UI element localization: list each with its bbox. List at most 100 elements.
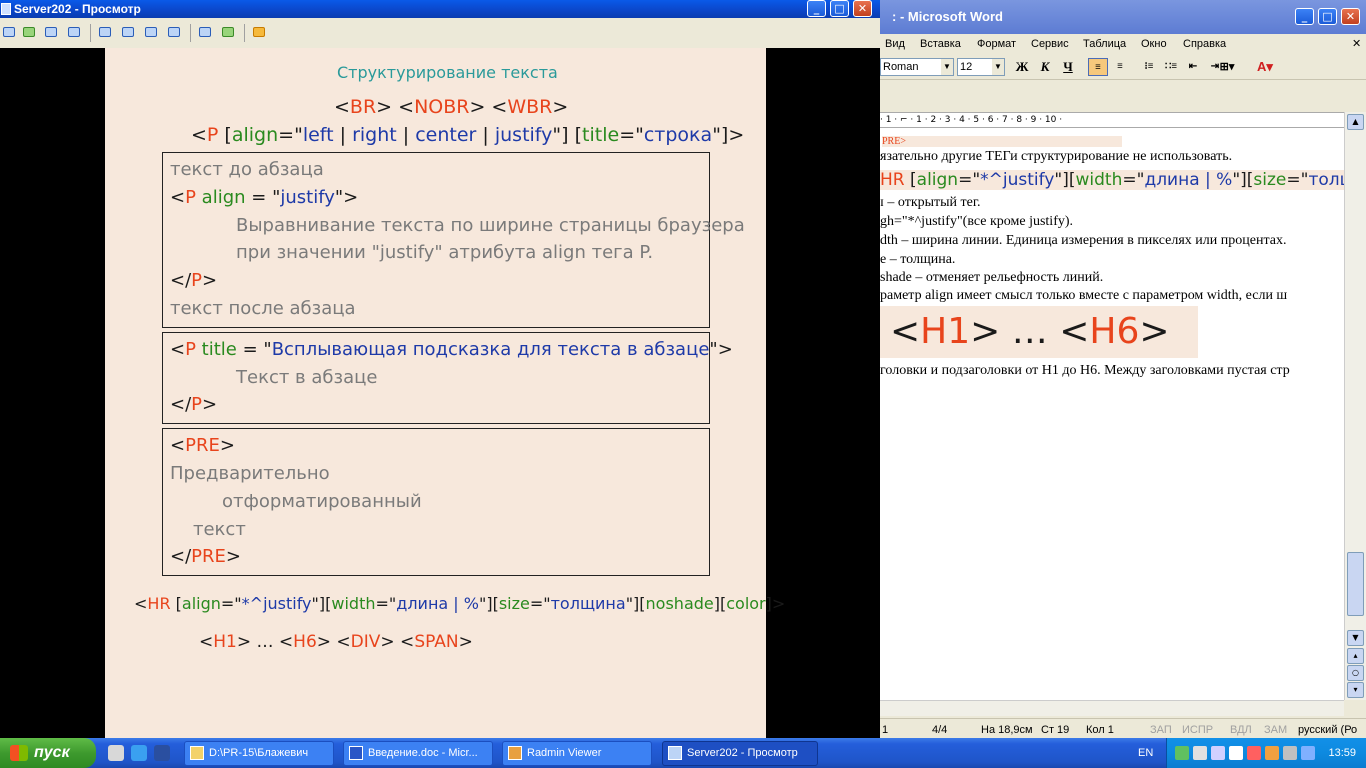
menu-help[interactable]: Справка [1183, 34, 1226, 54]
task-word-label: Введение.doc - Micr... [368, 747, 478, 759]
window-mode-icon[interactable] [97, 25, 113, 41]
task-radmin-label: Radmin Viewer [527, 747, 602, 759]
tray-utility-icon[interactable] [1283, 746, 1297, 760]
ruler[interactable]: · 1 · ⌐ · 1 · 2 · 3 · 4 · 5 · 6 · 7 · 8 … [880, 112, 1350, 128]
settings-icon[interactable] [220, 25, 236, 41]
screenshot-icon[interactable] [197, 25, 213, 41]
menu-format[interactable]: Формат [977, 34, 1016, 54]
start-button[interactable]: пуск [0, 738, 96, 768]
align-center-button[interactable]: ≡ [1110, 58, 1130, 76]
box3-line4: текст [193, 519, 246, 540]
browse-object-icon[interactable]: ○ [1347, 665, 1364, 681]
scroll-down-icon[interactable]: ▼ [1347, 630, 1364, 646]
borders-button[interactable]: ⊞▾ [1213, 58, 1241, 76]
word-title-bar[interactable]: : - Microsoft Word [880, 0, 1366, 34]
box2-line1: <P title = "Всплывающая подсказка для те… [170, 339, 733, 360]
slide-line-hr: <HR [align="*^justify"][width="длина | %… [134, 594, 786, 613]
horizontal-scrollbar[interactable] [880, 700, 1344, 716]
task-explorer[interactable]: D:\PR-15\Блажевич [184, 741, 334, 766]
doc-line-7: раметр align имеет смысл только вместе с… [880, 288, 1288, 303]
tray-app-icon[interactable] [1193, 746, 1207, 760]
word-close-button[interactable]: ✕ [1341, 8, 1360, 25]
close-button[interactable]: ✕ [853, 0, 872, 17]
antivirus-icon[interactable] [1247, 746, 1261, 760]
bullets-button[interactable]: ∷≡ [1161, 58, 1181, 76]
status-ovr[interactable]: ЗАМ [1264, 720, 1287, 740]
minimize-button[interactable]: _ [807, 0, 826, 17]
scale-icon[interactable] [143, 25, 159, 41]
word-status-bar: 1 4/4 На 18,9см Ст 19 Кол 1 ЗАП ИСПР ВДЛ… [880, 718, 1366, 740]
box1-line1: текст до абзаца [170, 159, 324, 180]
font-size-combo[interactable]: 12 ▼ [957, 58, 1005, 76]
system-tray: 13:59 [1166, 738, 1366, 768]
paragraph-example-box: текст до абзаца <P align = "justify"> Вы… [162, 152, 745, 328]
close-doc-icon[interactable]: ✕ [1352, 34, 1361, 54]
status-ext[interactable]: ВДЛ [1230, 720, 1252, 740]
remote-screen[interactable]: Структурирование текста <BR> <NOBR> <WBR… [0, 48, 880, 740]
align-left-button[interactable]: ≡ [1088, 58, 1108, 76]
task-server-view[interactable]: Server202 - Просмотр [662, 741, 818, 766]
pre-example-box: <PRE> Предварительно отформатированный т… [162, 428, 710, 576]
doc-line-6: shade – отменяет рельефность линий. [880, 270, 1104, 285]
box1-line3: Выравнивание текста по ширине страницы б… [236, 215, 745, 236]
radmin-tray-icon[interactable] [1301, 746, 1315, 760]
voice-chat-icon[interactable] [43, 25, 59, 41]
opera-icon[interactable] [1265, 746, 1279, 760]
refresh-icon[interactable] [166, 25, 182, 41]
left-title-bar[interactable]: Server202 - Просмотр [0, 0, 880, 18]
status-page: 1 [882, 724, 889, 736]
doc-line-3: gh="*^justify"(все кроме justify). [880, 214, 1074, 229]
clock[interactable]: 13:59 [1328, 738, 1356, 768]
numbering-button[interactable]: ⁝≡ [1139, 58, 1159, 76]
word-icon [349, 746, 363, 760]
scroll-up-icon[interactable]: ▲ [1347, 114, 1364, 130]
box2-line2: Текст в абзаце [236, 367, 378, 388]
prev-page-icon[interactable]: ▴ [1347, 648, 1364, 664]
connect-icon[interactable] [1, 25, 17, 41]
network-icon[interactable] [1175, 746, 1189, 760]
document-page[interactable]: PRE> язательно другие ТЕГи структурирова… [880, 128, 1344, 700]
task-word[interactable]: Введение.doc - Micr... [343, 741, 493, 766]
font-color-button[interactable]: A▾ [1251, 58, 1279, 76]
slide-line-br: <BR> <NOBR> <WBR> [334, 96, 569, 118]
menu-tools[interactable]: Сервис [1031, 34, 1069, 54]
status-trk[interactable]: ИСПР [1182, 720, 1213, 740]
word-minimize-button[interactable]: _ [1295, 8, 1314, 25]
font-name-value: Roman [883, 61, 919, 73]
box1-line2: <P align = "justify"> [170, 187, 359, 208]
underline-button[interactable]: Ч [1058, 58, 1078, 76]
menu-view[interactable]: Вид [885, 34, 905, 54]
menu-table[interactable]: Таблица [1083, 34, 1126, 54]
transfer-icon[interactable] [21, 25, 37, 41]
vertical-scrollbar[interactable]: ▲ ▼ ▴ ○ ▾ [1344, 112, 1366, 700]
font-name-combo[interactable]: Roman ▼ [880, 58, 954, 76]
box3-line2: Предварительно [170, 463, 330, 484]
start-label: пуск [34, 744, 70, 761]
word-maximize-button[interactable]: □ [1318, 8, 1337, 25]
bold-button[interactable]: Ж [1012, 58, 1032, 76]
task-explorer-label: D:\PR-15\Блажевич [209, 747, 309, 759]
decrease-indent-button[interactable]: ⇤ [1183, 58, 1203, 76]
fullscreen-icon[interactable] [120, 25, 136, 41]
language-indicator[interactable]: EN [1138, 738, 1153, 768]
chevron-down-icon: ▼ [992, 59, 1004, 75]
volume-icon[interactable] [1229, 746, 1243, 760]
scroll-thumb[interactable] [1347, 552, 1364, 616]
show-desktop-icon[interactable] [108, 745, 124, 761]
internet-explorer-icon[interactable] [131, 745, 147, 761]
next-page-icon[interactable]: ▾ [1347, 682, 1364, 698]
status-rec[interactable]: ЗАП [1150, 720, 1172, 740]
text-chat-icon[interactable] [66, 25, 82, 41]
doc-hr-line: HR [align="*^justify"][width="длина | %"… [880, 170, 1344, 190]
menu-window[interactable]: Окно [1141, 34, 1167, 54]
menu-insert[interactable]: Вставка [920, 34, 961, 54]
viewer-toolbar [0, 18, 880, 48]
italic-button[interactable]: К [1035, 58, 1055, 76]
formatting-toolbar: Roman ▼ 12 ▼ Ж К Ч ≡ ≡ ⁝≡ ∷≡ ⇤ ⇥ ⊞▾ A▾ [880, 54, 1366, 80]
task-radmin[interactable]: Radmin Viewer [502, 741, 652, 766]
disconnect-icon[interactable] [251, 25, 267, 41]
doc-line-4: dth – ширина линии. Единица измерения в … [880, 233, 1287, 248]
monitor-icon[interactable] [1211, 746, 1225, 760]
maximize-button[interactable]: □ [830, 0, 849, 17]
media-player-icon[interactable] [154, 745, 170, 761]
